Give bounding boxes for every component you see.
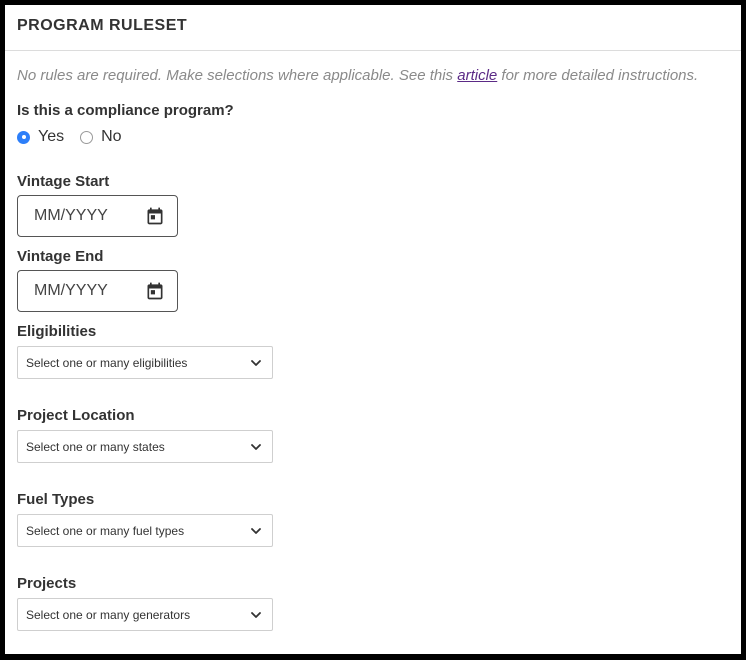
vintage-end-label: Vintage End: [17, 248, 104, 265]
radio-yes[interactable]: [17, 130, 30, 144]
project-location-select[interactable]: Select one or many states: [17, 430, 273, 463]
vintage-start-input[interactable]: [34, 207, 134, 225]
page-title: PROGRAM RULESET: [17, 17, 188, 34]
panel-content: No rules are required. Make selections w…: [5, 67, 741, 631]
vintage-end-field[interactable]: [17, 270, 178, 312]
radio-no[interactable]: [80, 130, 94, 144]
fuel-types-placeholder: Select one or many fuel types: [26, 523, 185, 538]
eligibilities-select[interactable]: Select one or many eligibilities: [17, 346, 273, 379]
compliance-no-option[interactable]: No: [80, 128, 122, 146]
intro-text-after: for more detailed instructions.: [497, 67, 699, 84]
panel-header: PROGRAM RULESET: [5, 5, 741, 51]
program-ruleset-panel: PROGRAM RULESET No rules are required. M…: [5, 5, 741, 654]
project-location-placeholder: Select one or many states: [26, 439, 165, 454]
chevron-down-icon: [251, 359, 261, 366]
radio-no-label: No: [101, 128, 122, 145]
intro-text: No rules are required. Make selections w…: [17, 67, 729, 84]
vintage-start-label: Vintage Start: [17, 173, 110, 190]
eligibilities-placeholder: Select one or many eligibilities: [26, 355, 188, 370]
projects-label: Projects: [17, 575, 77, 592]
project-location-label: Project Location: [17, 407, 135, 424]
compliance-radio-group: Yes No: [17, 127, 729, 147]
chevron-down-icon: [251, 611, 261, 618]
fuel-types-label: Fuel Types: [17, 491, 95, 508]
vintage-start-field[interactable]: [17, 195, 178, 237]
article-link[interactable]: article: [457, 67, 497, 84]
vintage-end-input[interactable]: [34, 282, 134, 300]
chevron-down-icon: [251, 527, 261, 534]
radio-yes-label: Yes: [38, 128, 65, 145]
compliance-question: Is this a compliance program?: [17, 102, 234, 119]
compliance-yes-option[interactable]: Yes: [17, 128, 64, 146]
calendar-icon[interactable]: [145, 281, 165, 301]
calendar-icon[interactable]: [145, 206, 165, 226]
chevron-down-icon: [251, 443, 261, 450]
projects-placeholder: Select one or many generators: [26, 607, 191, 622]
fuel-types-select[interactable]: Select one or many fuel types: [17, 514, 273, 547]
eligibilities-label: Eligibilities: [17, 323, 97, 340]
projects-select[interactable]: Select one or many generators: [17, 598, 273, 631]
intro-text-before: No rules are required. Make selections w…: [17, 67, 458, 84]
